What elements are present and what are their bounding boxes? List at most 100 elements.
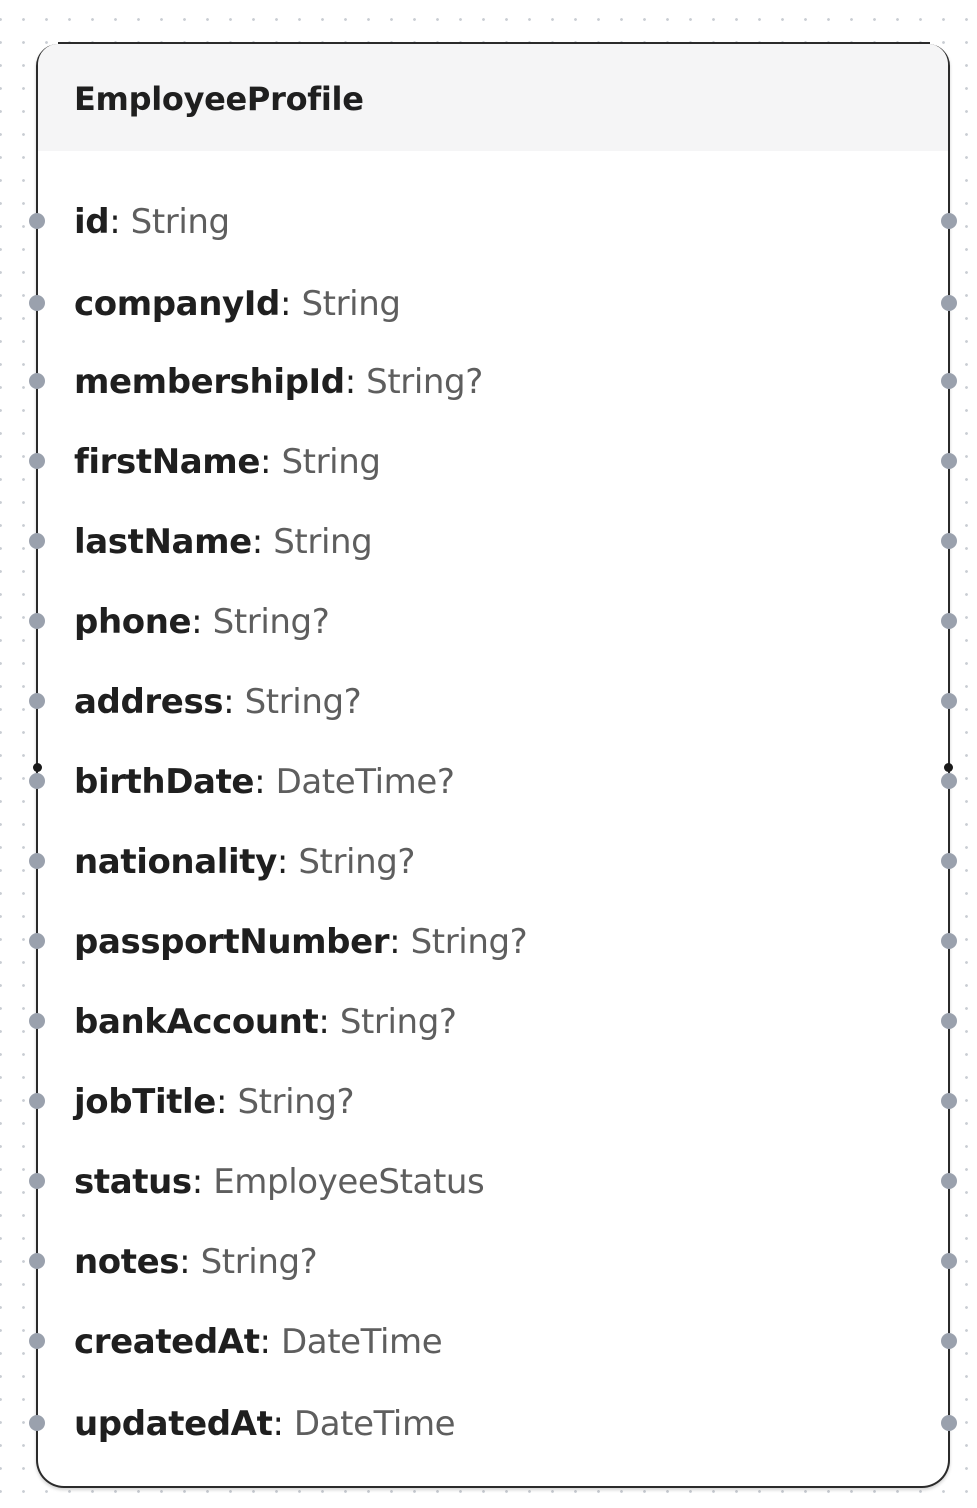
- connection-handle-left[interactable]: [29, 373, 45, 389]
- field-separator: :: [272, 1404, 294, 1444]
- field-name: lastName: [74, 522, 252, 562]
- connection-handle-right[interactable]: [941, 453, 957, 469]
- field-row-company-id[interactable]: companyId: String: [29, 279, 957, 329]
- field-text: createdAt: DateTime: [74, 1322, 443, 1362]
- field-name: notes: [74, 1242, 180, 1282]
- field-separator: :: [191, 602, 213, 642]
- field-text: passportNumber: String?: [74, 922, 528, 962]
- field-type: String: [301, 284, 401, 324]
- field-name: updatedAt: [74, 1404, 273, 1444]
- connection-handle-right[interactable]: [941, 613, 957, 629]
- connection-handle-right[interactable]: [941, 295, 957, 311]
- field-name: passportNumber: [74, 922, 390, 962]
- connection-handle-right[interactable]: [941, 533, 957, 549]
- model-node-employee-profile[interactable]: EmployeeProfile id: String companyId: Str…: [29, 44, 957, 1488]
- field-name: bankAccount: [74, 1002, 319, 1042]
- field-text: birthDate: DateTime?: [74, 762, 455, 802]
- edge-connector-right: [944, 763, 953, 772]
- field-separator: :: [215, 1082, 238, 1122]
- connection-handle-left[interactable]: [29, 773, 45, 789]
- connection-handle-right[interactable]: [941, 1013, 957, 1029]
- field-type: String: [130, 202, 230, 242]
- field-row-updated-at[interactable]: updatedAt: DateTime: [29, 1399, 957, 1449]
- field-row-status[interactable]: status: EmployeeStatus: [29, 1157, 957, 1207]
- connection-handle-right[interactable]: [941, 773, 957, 789]
- field-row-passport-number[interactable]: passportNumber: String?: [29, 917, 957, 967]
- field-name: status: [74, 1162, 192, 1202]
- connection-handle-left[interactable]: [29, 693, 45, 709]
- field-row-phone[interactable]: phone: String?: [29, 597, 957, 647]
- field-name: companyId: [74, 284, 280, 324]
- connection-handle-right[interactable]: [941, 1415, 957, 1431]
- field-row-bank-account[interactable]: bankAccount: String?: [29, 997, 957, 1047]
- connection-handle-left[interactable]: [29, 295, 45, 311]
- connection-handle-left[interactable]: [29, 533, 45, 549]
- field-name: createdAt: [74, 1322, 260, 1362]
- field-row-first-name[interactable]: firstName: String: [29, 437, 957, 487]
- field-separator: :: [109, 202, 131, 242]
- connection-handle-right[interactable]: [941, 933, 957, 949]
- field-row-notes[interactable]: notes: String?: [29, 1237, 957, 1287]
- connection-handle-left[interactable]: [29, 1013, 45, 1029]
- field-row-created-at[interactable]: createdAt: DateTime: [29, 1317, 957, 1367]
- connection-handle-left[interactable]: [29, 613, 45, 629]
- connection-handle-left[interactable]: [29, 453, 45, 469]
- connection-handle-left[interactable]: [29, 1253, 45, 1269]
- connection-handle-right[interactable]: [941, 1173, 957, 1189]
- field-text: jobTitle: String?: [74, 1082, 355, 1122]
- connection-handle-right[interactable]: [941, 1333, 957, 1349]
- field-separator: :: [223, 682, 245, 722]
- field-row-nationality[interactable]: nationality: String?: [29, 837, 957, 887]
- field-type: String?: [237, 1082, 355, 1122]
- field-row-last-name[interactable]: lastName: String: [29, 517, 957, 567]
- field-row-membership-id[interactable]: membershipId: String?: [29, 357, 957, 407]
- connection-handle-left[interactable]: [29, 1333, 45, 1349]
- field-text: phone: String?: [74, 602, 330, 642]
- field-separator: :: [279, 284, 302, 324]
- field-text: companyId: String: [74, 284, 401, 324]
- field-type: String?: [212, 602, 330, 642]
- connection-handle-left[interactable]: [29, 1173, 45, 1189]
- field-text: status: EmployeeStatus: [74, 1162, 485, 1202]
- field-separator: :: [389, 922, 411, 962]
- connection-handle-right[interactable]: [941, 213, 957, 229]
- model-title: EmployeeProfile: [74, 80, 364, 118]
- field-type: DateTime: [293, 1404, 456, 1444]
- field-text: id: String: [74, 202, 230, 242]
- field-row-birth-date[interactable]: birthDate: DateTime?: [29, 757, 957, 807]
- field-text: notes: String?: [74, 1242, 318, 1282]
- field-row-job-title[interactable]: jobTitle: String?: [29, 1077, 957, 1127]
- connection-handle-left[interactable]: [29, 213, 45, 229]
- field-name: phone: [74, 602, 192, 642]
- field-separator: :: [251, 522, 274, 562]
- field-name: membershipId: [74, 362, 345, 402]
- connection-handle-left[interactable]: [29, 933, 45, 949]
- field-name: firstName: [74, 442, 260, 482]
- connection-handle-left[interactable]: [29, 1093, 45, 1109]
- field-type: String: [273, 522, 373, 562]
- field-separator: :: [259, 1322, 282, 1362]
- connection-handle-right[interactable]: [941, 373, 957, 389]
- connection-handle-left[interactable]: [29, 853, 45, 869]
- field-separator: :: [344, 362, 367, 402]
- field-separator: :: [191, 1162, 214, 1202]
- field-type: String?: [366, 362, 483, 402]
- field-name: birthDate: [74, 762, 255, 802]
- field-type: DateTime?: [275, 762, 455, 802]
- field-row-id[interactable]: id: String: [29, 197, 957, 247]
- connection-handle-right[interactable]: [941, 693, 957, 709]
- connection-handle-right[interactable]: [941, 853, 957, 869]
- field-name: nationality: [74, 842, 277, 882]
- field-row-address[interactable]: address: String?: [29, 677, 957, 727]
- connection-handle-left[interactable]: [29, 1415, 45, 1431]
- connection-handle-right[interactable]: [941, 1253, 957, 1269]
- field-text: nationality: String?: [74, 842, 415, 882]
- field-type: String?: [200, 1242, 318, 1282]
- diagram-canvas[interactable]: EmployeeProfile id: String companyId: Str…: [0, 0, 977, 1508]
- connection-handle-right[interactable]: [941, 1093, 957, 1109]
- model-node-header[interactable]: EmployeeProfile: [38, 44, 948, 151]
- field-type: String?: [410, 922, 528, 962]
- field-name: jobTitle: [74, 1082, 216, 1122]
- field-separator: :: [318, 1002, 340, 1042]
- field-separator: :: [179, 1242, 201, 1282]
